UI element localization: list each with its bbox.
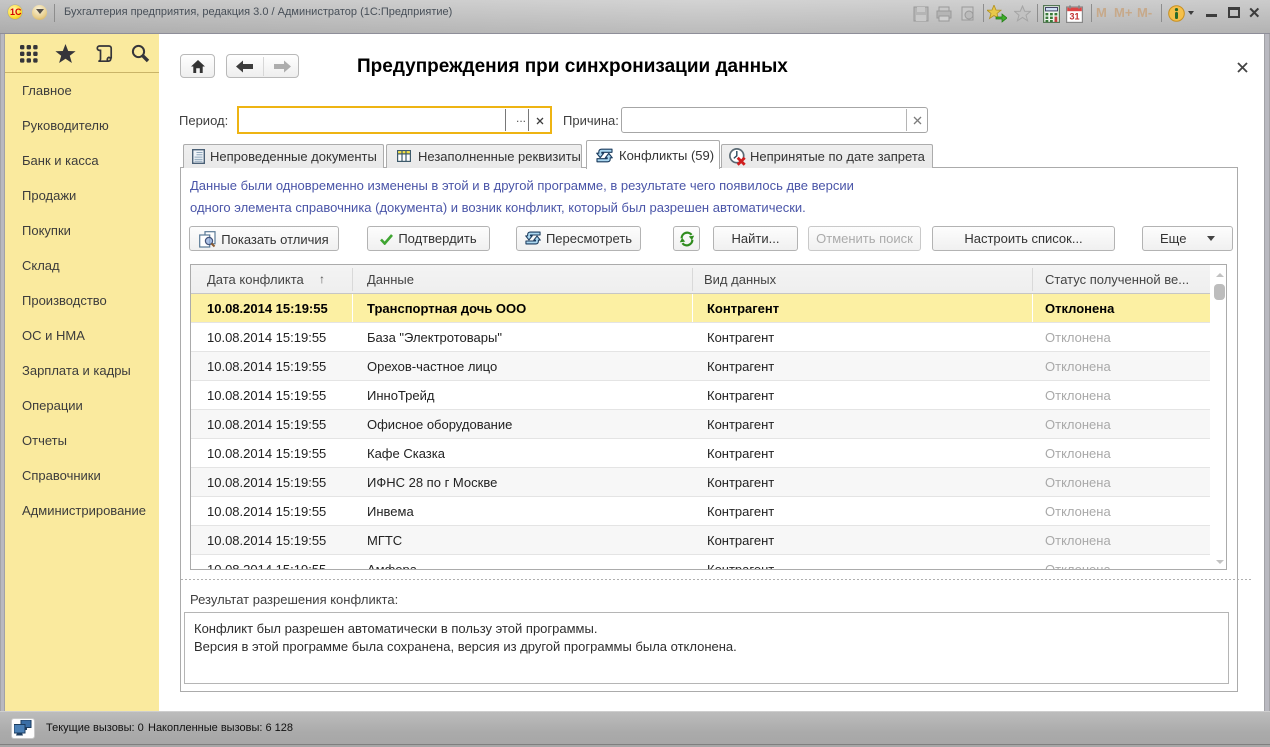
- svg-text:31: 31: [1069, 12, 1079, 22]
